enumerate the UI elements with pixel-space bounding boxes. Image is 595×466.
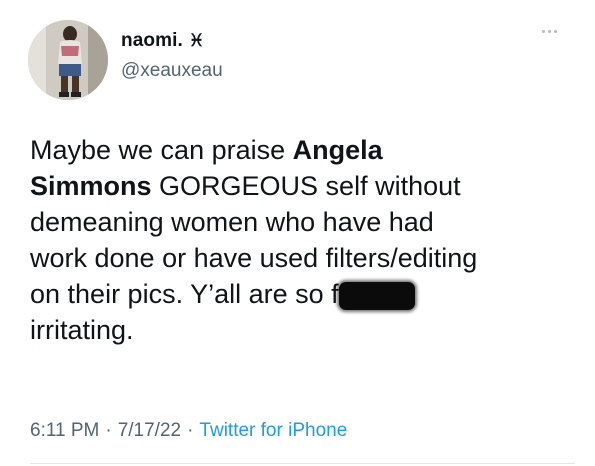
tweet-meta: 6:11 PM · 7/17/22 · Twitter for iPhone xyxy=(30,420,347,442)
tweet-date[interactable]: 7/17/22 xyxy=(118,420,181,441)
text-segment: GORGEOUS self without xyxy=(151,171,461,201)
bold-name: Angela xyxy=(292,135,383,165)
tweet-text: Maybe we can praise Angela Simmons GORGE… xyxy=(30,132,575,348)
tweet-line: irritating. xyxy=(30,315,134,345)
text-segment: on their pics. Y’all are so xyxy=(30,279,332,309)
user-name-row[interactable]: naomi. ♓︎ xyxy=(121,30,204,52)
separator: · xyxy=(187,420,194,441)
tweet-line: Maybe we can praise Angela xyxy=(30,132,575,168)
divider xyxy=(30,463,575,464)
redaction-blot xyxy=(339,282,416,310)
display-name[interactable]: naomi. xyxy=(121,30,183,52)
ellipsis-icon[interactable] xyxy=(542,30,557,33)
dot xyxy=(548,30,551,33)
separator: · xyxy=(105,420,112,441)
tweet-line: work done or have used filters/editing xyxy=(30,243,478,273)
tweet-line: on their pics. Y’all are so fucking xyxy=(30,276,575,312)
dot xyxy=(542,30,545,33)
bold-name: Simmons xyxy=(30,171,152,201)
tweet-card: naomi. ♓︎ @xeauxeau Maybe we can praise … xyxy=(0,0,595,466)
tweet-line: demeaning women who have had xyxy=(30,207,434,237)
tweet-source-link[interactable]: Twitter for iPhone xyxy=(199,420,347,441)
dot xyxy=(554,30,557,33)
avatar[interactable] xyxy=(28,20,108,100)
text-segment: Maybe we can praise xyxy=(30,135,293,165)
user-handle[interactable]: @xeauxeau xyxy=(121,60,223,82)
redacted-word: fucking xyxy=(331,276,417,312)
pisces-symbol: ♓︎ xyxy=(188,31,205,50)
tweet-line: Simmons GORGEOUS self without xyxy=(30,168,575,204)
tweet-time[interactable]: 6:11 PM xyxy=(30,420,99,441)
avatar-photo xyxy=(28,20,108,100)
